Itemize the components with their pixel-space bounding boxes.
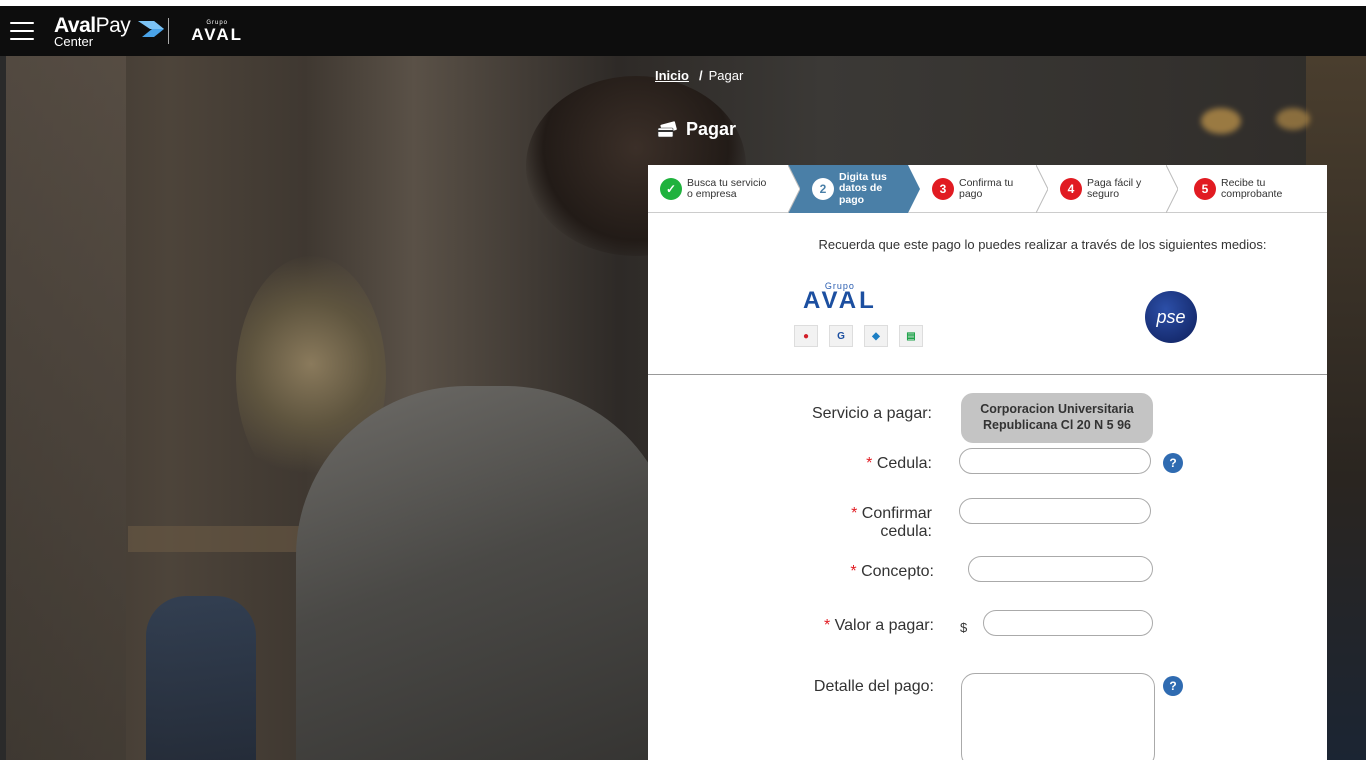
step-1: ✓ Busca tu servicio o empresa <box>648 165 800 213</box>
step-chevron-icon <box>1166 165 1178 213</box>
breadcrumb-separator: / <box>698 68 703 83</box>
currency-symbol: $ <box>960 620 968 635</box>
valor-input[interactable] <box>984 611 1152 635</box>
confirm-cedula-input[interactable] <box>960 499 1150 523</box>
concepto-input[interactable] <box>969 557 1152 581</box>
concepto-field[interactable] <box>968 556 1153 582</box>
step-5-number: 5 <box>1194 178 1216 200</box>
progress-stepper: ✓ Busca tu servicio o empresa 2 Digita tu… <box>648 165 1327 213</box>
breadcrumb-home-link[interactable]: Inicio <box>655 68 689 83</box>
step-chevron-icon <box>908 165 920 213</box>
banco-de-bogota-icon: ● <box>794 325 818 347</box>
payment-card-icon <box>657 120 677 137</box>
header-divider <box>168 18 170 44</box>
detalle-textarea[interactable] <box>962 674 1154 760</box>
page-title: Pagar <box>656 119 736 140</box>
step-chevron-icon <box>788 165 800 213</box>
valor-field[interactable] <box>983 610 1153 636</box>
pse-logo: pse <box>1145 291 1197 343</box>
cedula-label: * Cedula: <box>866 455 932 472</box>
avalpay-arrow-icon <box>138 20 164 37</box>
payment-panel: ✓ Busca tu servicio o empresa 2 Digita tu… <box>648 165 1327 760</box>
bank-icons: ● G ◆ ▤ <box>794 325 923 347</box>
step-2: 2 Digita tus datos de pago <box>788 165 920 213</box>
avalpay-center-logo[interactable]: AvalPay Center <box>54 15 164 48</box>
step-5: 5 Recibe tu comprobante <box>1166 165 1327 213</box>
step-chevron-icon <box>1036 165 1048 213</box>
step-4: 4 Paga fácil y seguro <box>1036 165 1178 213</box>
confirm-cedula-label: * Confirmar cedula: <box>851 505 932 540</box>
breadcrumb: Inicio / Pagar <box>655 68 743 83</box>
grupo-aval-payment-logo: Grupo AVAL <box>803 281 877 314</box>
concepto-label: * Concepto: <box>850 563 934 580</box>
step-2-number: 2 <box>812 178 834 200</box>
service-value: Corporacion Universitaria Republicana Cl… <box>961 393 1153 443</box>
cedula-help-icon[interactable]: ? <box>1163 453 1183 473</box>
step-3: 3 Confirma tu pago <box>908 165 1048 213</box>
confirm-cedula-field[interactable] <box>959 498 1151 524</box>
detalle-label: Detalle del pago: <box>813 678 934 695</box>
step-3-number: 3 <box>932 178 954 200</box>
detalle-field[interactable] <box>961 673 1155 760</box>
grupo-aval-logo[interactable]: Grupo AVAL <box>191 20 243 43</box>
hamburger-menu-icon[interactable] <box>10 22 34 40</box>
valor-label: * Valor a pagar: <box>823 617 934 634</box>
banco-av-villas-icon: ▤ <box>899 325 923 347</box>
banco-popular-icon: G <box>829 325 853 347</box>
top-navigation-bar: AvalPay Center Grupo AVAL <box>0 0 1366 56</box>
cedula-input[interactable] <box>960 449 1150 473</box>
page-title-text: Pagar <box>686 119 737 139</box>
cedula-field[interactable] <box>959 448 1151 474</box>
breadcrumb-current: Pagar <box>708 68 744 83</box>
payment-methods-section: Recuerda que este pago lo puedes realiza… <box>648 213 1327 375</box>
payment-methods-text: Recuerda que este pago lo puedes realiza… <box>818 237 1267 252</box>
banco-occidente-icon: ◆ <box>864 325 888 347</box>
step-4-number: 4 <box>1060 178 1082 200</box>
detalle-help-icon[interactable]: ? <box>1163 676 1183 696</box>
service-label: Servicio a pagar: <box>811 405 932 422</box>
check-icon: ✓ <box>660 178 682 200</box>
